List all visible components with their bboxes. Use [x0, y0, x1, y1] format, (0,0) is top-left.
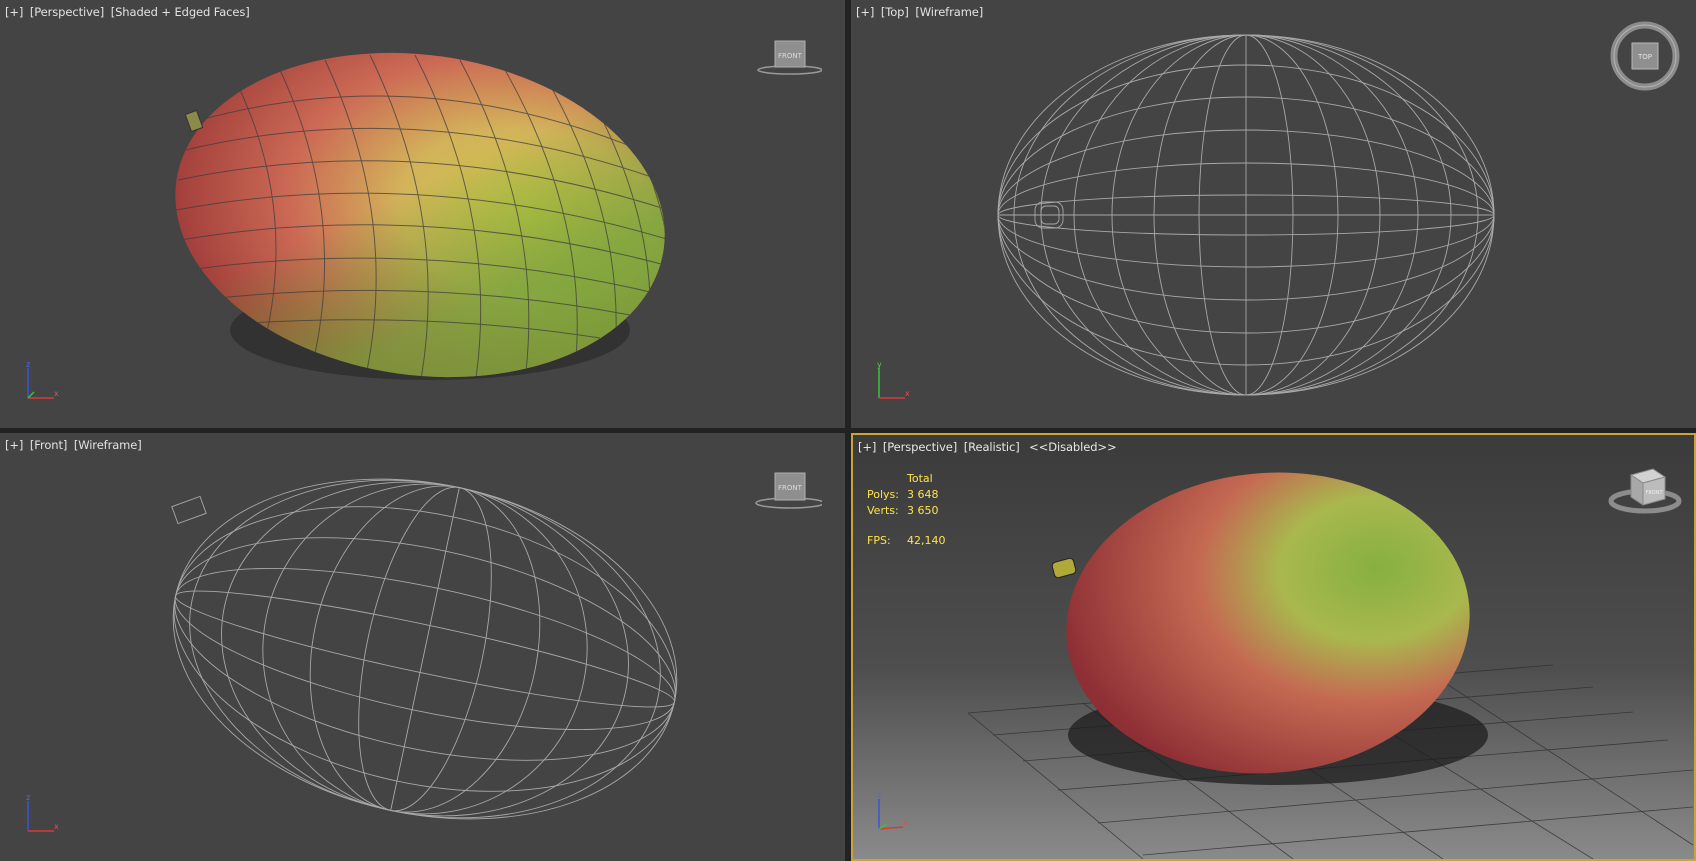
- mango-realistic-scene: [967, 472, 1694, 859]
- viewport-menu-plus[interactable]: [+]: [5, 5, 23, 19]
- axis-tripod-icon: z x: [26, 793, 59, 832]
- viewcube-face-label: FRONT: [778, 52, 803, 60]
- viewport-label[interactable]: [+] [Perspective] [Realistic] <<Disabled…: [858, 440, 1119, 454]
- viewport-perspective-realistic[interactable]: [+] [Perspective] [Realistic] <<Disabled…: [851, 433, 1696, 861]
- verts-value: 3 650: [907, 504, 939, 517]
- viewport-label[interactable]: [+] [Top] [Wireframe]: [856, 5, 986, 19]
- axis-z-label: z: [26, 360, 30, 369]
- viewport-top-wireframe[interactable]: [+] [Top] [Wireframe] TOP y x: [851, 0, 1696, 428]
- viewport-view-menu[interactable]: [Perspective]: [30, 5, 104, 19]
- polys-label: Polys:: [867, 488, 899, 501]
- viewport-shading-menu[interactable]: [Wireframe]: [74, 438, 142, 452]
- mango-wireframe-top: [997, 34, 1495, 396]
- viewcube-icon[interactable]: FRONT: [752, 36, 822, 78]
- axis-z-label: z: [26, 793, 30, 802]
- viewcube-icon[interactable]: TOP: [1605, 18, 1685, 98]
- axis-z-label: z: [877, 791, 881, 800]
- viewcube-icon[interactable]: FRONT: [752, 469, 822, 511]
- polys-value: 3 648: [907, 488, 939, 501]
- viewcube-face-label: FRONT: [778, 484, 803, 492]
- axis-y-label: y: [877, 360, 882, 369]
- axis-tripod-icon: z x: [877, 791, 908, 830]
- viewport-perspective-shaded[interactable]: [+] [Perspective] [Shaded + Edged Faces]…: [0, 0, 845, 428]
- verts-label: Verts:: [867, 504, 899, 517]
- viewport-front-wireframe[interactable]: [+] [Front] [Wireframe] FRONT z x: [0, 433, 845, 861]
- viewport-menu-plus[interactable]: [+]: [856, 5, 874, 19]
- fps-label: FPS:: [867, 534, 891, 547]
- viewport-menu-plus[interactable]: [+]: [858, 440, 876, 454]
- stats-header: Total: [907, 472, 933, 485]
- axis-x-label: x: [903, 818, 908, 827]
- viewport-shading-menu[interactable]: [Realistic]: [964, 440, 1020, 454]
- viewport-shading-menu[interactable]: [Shaded + Edged Faces]: [111, 5, 250, 19]
- fps-value: 42,140: [907, 534, 946, 547]
- viewport-view-menu[interactable]: [Top]: [881, 5, 909, 19]
- axis-x-label: x: [54, 822, 59, 831]
- viewport-label[interactable]: [+] [Front] [Wireframe]: [5, 438, 145, 452]
- viewport-view-menu[interactable]: [Front]: [30, 438, 67, 452]
- axis-x-label: x: [54, 389, 59, 398]
- viewport-view-menu[interactable]: [Perspective]: [883, 440, 957, 454]
- viewport-menu-plus[interactable]: [+]: [5, 438, 23, 452]
- viewport-label[interactable]: [+] [Perspective] [Shaded + Edged Faces]: [5, 5, 253, 19]
- viewcube-icon[interactable]: FRONT: [1605, 463, 1685, 521]
- viewcube-face-label: FRONT: [1645, 490, 1663, 496]
- statistics-overlay: Total Polys: 3 648 Verts: 3 650 FPS: 42,140: [867, 471, 946, 549]
- mango-wireframe-front: [171, 478, 678, 820]
- viewport-disabled-menu[interactable]: <<Disabled>>: [1029, 440, 1116, 454]
- mango-shaded-edged: [175, 52, 671, 386]
- axis-x-label: x: [905, 389, 910, 398]
- viewcube-face-label: TOP: [1637, 53, 1652, 61]
- viewport-shading-menu[interactable]: [Wireframe]: [915, 5, 983, 19]
- axis-tripod-icon: y x: [877, 360, 910, 399]
- axis-tripod-icon: z x: [26, 360, 59, 399]
